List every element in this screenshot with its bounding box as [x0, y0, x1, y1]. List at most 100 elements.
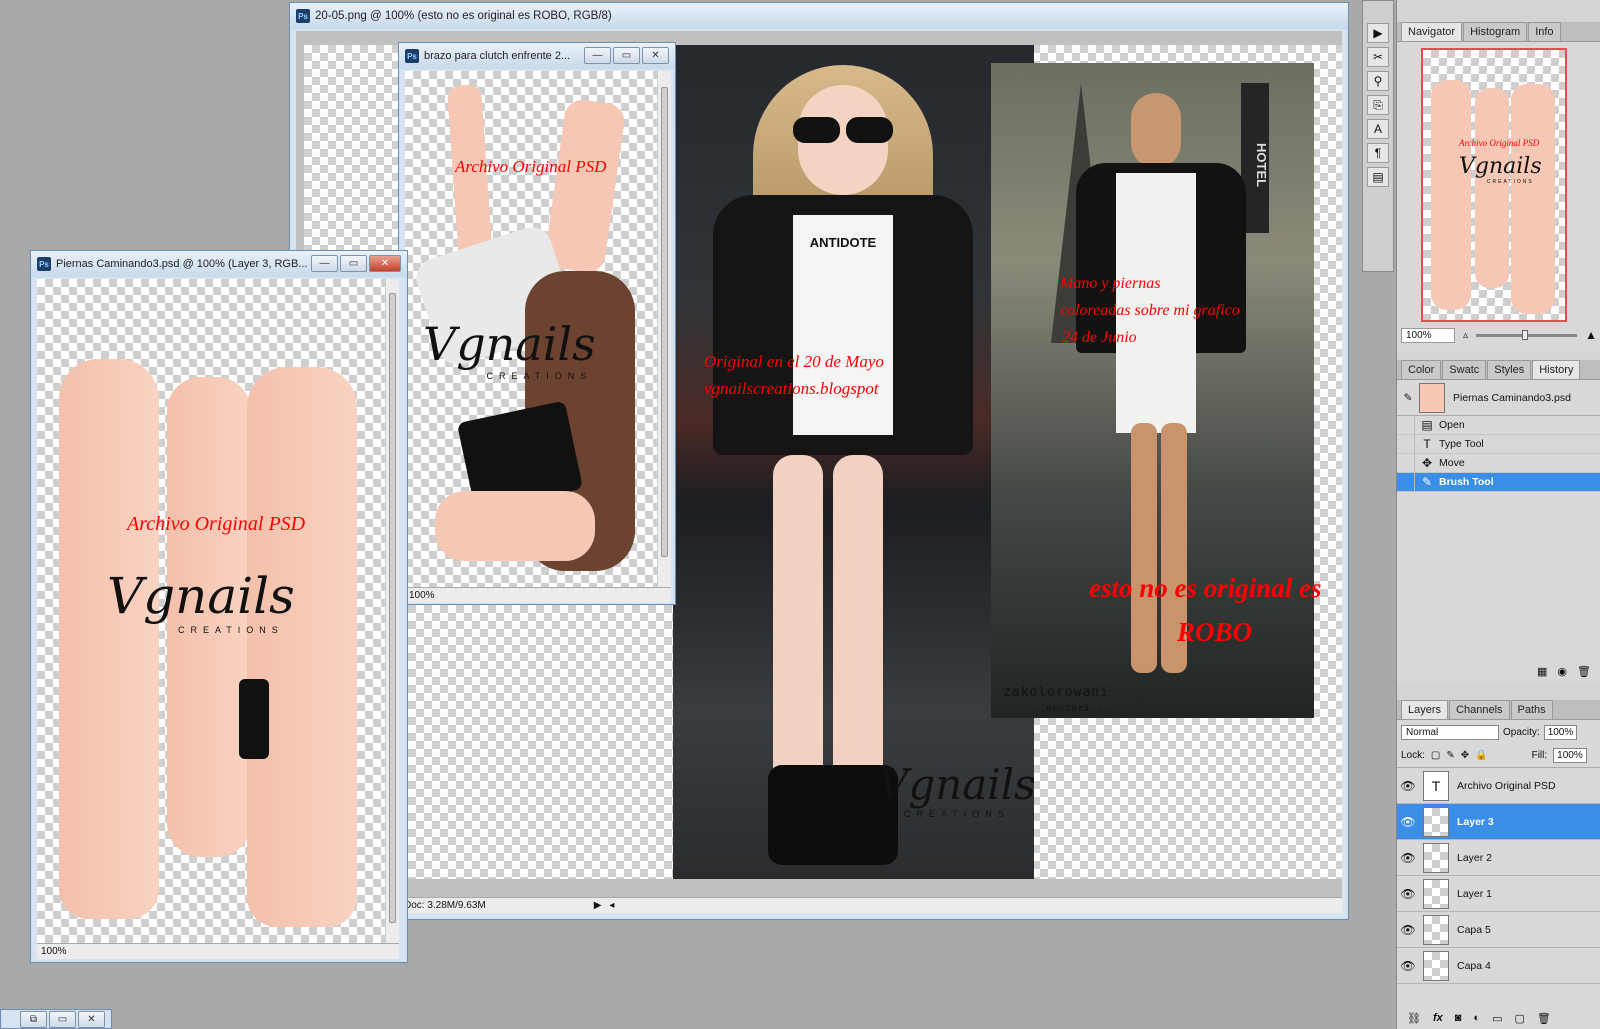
- layer-row-layer3[interactable]: 👁 Layer 3: [1397, 804, 1600, 840]
- piernas-logo: Vgnails CREATIONS: [107, 567, 295, 635]
- text-original-fecha: Original en el 20 de Mayo: [704, 352, 884, 371]
- tab-history[interactable]: History: [1532, 360, 1581, 379]
- lock-pixels-icon[interactable]: ✎: [1446, 750, 1454, 761]
- piernas-vertical-scrollbar[interactable]: [385, 279, 399, 943]
- restore-button[interactable]: ⧉: [20, 1011, 47, 1028]
- eye-icon[interactable]: 👁: [1397, 959, 1419, 973]
- zoom-slider[interactable]: [1476, 329, 1578, 340]
- new-document-from-state-icon[interactable]: ▦: [1537, 665, 1547, 678]
- minimize-button[interactable]: —: [311, 255, 338, 272]
- eye-icon[interactable]: 👁: [1397, 887, 1419, 901]
- brazo-archivo-text: Archivo Original PSD: [455, 157, 607, 176]
- minimize-button[interactable]: —: [584, 47, 611, 64]
- layer-thumb: [1423, 914, 1449, 945]
- close-button[interactable]: ✕: [78, 1011, 105, 1028]
- tool-presets-icon[interactable]: ✂: [1367, 47, 1389, 67]
- nav-logo-text: Vgnails: [1459, 154, 1542, 179]
- tab-paths[interactable]: Paths: [1510, 700, 1553, 719]
- brushes-icon[interactable]: ⚲: [1367, 71, 1389, 91]
- nav-leg-left: [1431, 80, 1471, 310]
- main-document-titlebar[interactable]: Ps 20-05.png @ 100% (esto no es original…: [290, 3, 1348, 29]
- status-menu-arrow-icon[interactable]: ▶: [594, 900, 602, 911]
- lock-transparency-icon[interactable]: ▢: [1431, 750, 1440, 761]
- piernas-zoom-readout[interactable]: 100%: [41, 946, 67, 957]
- brazo-window-controls: — ▭ ✕: [584, 47, 669, 64]
- mask-icon[interactable]: ◙: [1455, 1012, 1462, 1025]
- tab-swatches[interactable]: Swatc: [1442, 360, 1487, 379]
- history-snapshot[interactable]: ✎ Piernas Caminando3.psd: [1397, 380, 1600, 416]
- eye-icon[interactable]: 👁: [1397, 815, 1419, 829]
- piernas-document-window[interactable]: Ps Piernas Caminando3.psd @ 100% (Layer …: [30, 250, 408, 963]
- brazo-logo: Vgnails CREATIONS: [423, 317, 596, 381]
- navigator-zoom-row: 100% ▵ ▲: [1401, 326, 1597, 344]
- model2-leg-left: [1131, 423, 1157, 673]
- link-icon[interactable]: ⛓: [1407, 1012, 1421, 1025]
- tab-channels[interactable]: Channels: [1449, 700, 1510, 719]
- tab-navigator[interactable]: Navigator: [1401, 22, 1463, 41]
- trash-icon[interactable]: 🗑: [1577, 665, 1591, 678]
- layer-row-archivo[interactable]: 👁 T Archivo Original PSD: [1397, 768, 1600, 804]
- piernas-scroll-thumb[interactable]: [389, 293, 396, 923]
- navigator-panel: Navigator Histogram Info Archivo Origina…: [1397, 22, 1600, 352]
- folder-icon[interactable]: ▭: [1492, 1012, 1502, 1025]
- layer-row-capa4[interactable]: 👁 Capa 4: [1397, 948, 1600, 984]
- fill-field[interactable]: 100%: [1553, 748, 1587, 763]
- actions-play-icon[interactable]: ▶: [1367, 23, 1389, 43]
- navigator-preview[interactable]: Archivo Original PSD Vgnails CREATIONS: [1421, 48, 1567, 322]
- close-button[interactable]: ✕: [369, 255, 401, 272]
- type-tool-icon: T: [1423, 437, 1431, 451]
- lock-all-icon[interactable]: 🔒: [1475, 750, 1487, 761]
- piernas-canvas[interactable]: Archivo Original PSD Vgnails CREATIONS: [37, 279, 385, 943]
- maximize-button[interactable]: ▭: [613, 47, 640, 64]
- fx-icon[interactable]: fx: [1433, 1012, 1443, 1025]
- snapshot-icon[interactable]: ◉: [1557, 665, 1567, 678]
- notes-icon[interactable]: ▤: [1367, 167, 1389, 187]
- layer-name: Layer 1: [1457, 887, 1493, 900]
- eye-icon[interactable]: 👁: [1397, 851, 1419, 865]
- text-layer-thumb: T: [1423, 770, 1449, 801]
- brazo-vertical-scrollbar[interactable]: [657, 71, 671, 587]
- tab-layers[interactable]: Layers: [1401, 700, 1449, 719]
- new-layer-icon[interactable]: ▢: [1514, 1012, 1524, 1025]
- layer-row-layer2[interactable]: 👁 Layer 2: [1397, 840, 1600, 876]
- trash-icon[interactable]: 🗑: [1537, 1012, 1551, 1025]
- fill-label: Fill:: [1531, 750, 1548, 761]
- blend-mode-select[interactable]: Normal: [1401, 724, 1499, 740]
- zoom-slider-thumb[interactable]: [1521, 329, 1528, 340]
- layer-row-capa5[interactable]: 👁 Capa 5: [1397, 912, 1600, 948]
- tab-info[interactable]: Info: [1528, 22, 1561, 41]
- layer-row-layer1[interactable]: 👁 Layer 1: [1397, 876, 1600, 912]
- brazo-document-window[interactable]: Ps brazo para clutch enfrente 2... — ▭ ✕…: [398, 42, 676, 605]
- brazo-scroll-thumb[interactable]: [661, 87, 668, 557]
- tab-color[interactable]: Color: [1401, 360, 1442, 379]
- brazo-canvas[interactable]: Archivo Original PSD Vgnails CREATIONS: [405, 71, 657, 587]
- lock-position-icon[interactable]: ✥: [1461, 750, 1469, 761]
- minimized-window[interactable]: ⧉ ▭ ✕: [0, 1009, 112, 1029]
- clone-source-icon[interactable]: ⎘: [1367, 95, 1389, 115]
- text-junio: 24 de Junio: [1062, 329, 1137, 346]
- eye-icon[interactable]: 👁: [1397, 923, 1419, 937]
- maximize-button[interactable]: ▭: [340, 255, 367, 272]
- adjustment-icon[interactable]: ◐: [1473, 1012, 1480, 1025]
- tab-styles[interactable]: Styles: [1487, 360, 1532, 379]
- piernas-status-bar: 100%: [37, 943, 399, 959]
- tab-histogram[interactable]: Histogram: [1463, 22, 1528, 41]
- history-item-type-tool[interactable]: T Type Tool: [1397, 434, 1600, 454]
- close-button[interactable]: ✕: [642, 47, 669, 64]
- layer-name: Layer 3: [1457, 815, 1494, 828]
- navigator-zoom-field[interactable]: 100%: [1401, 327, 1455, 343]
- eye-icon[interactable]: 👁: [1397, 779, 1419, 793]
- paragraph-icon[interactable]: ¶: [1367, 143, 1389, 163]
- opacity-field[interactable]: 100%: [1543, 724, 1578, 740]
- scroll-left-arrow-icon[interactable]: ◂: [609, 900, 614, 911]
- zoom-in-icon[interactable]: ▲: [1585, 328, 1597, 342]
- history-item-brush-tool[interactable]: ✎ Brush Tool: [1397, 472, 1600, 492]
- history-item-open[interactable]: ▤ Open: [1397, 415, 1600, 435]
- zoom-out-icon[interactable]: ▵: [1463, 330, 1468, 341]
- character-icon[interactable]: A: [1367, 119, 1389, 139]
- leg-left: [59, 359, 159, 919]
- history-item-move[interactable]: ✥ Move: [1397, 453, 1600, 473]
- maximize-button[interactable]: ▭: [49, 1011, 76, 1028]
- brazo-zoom-readout[interactable]: 100%: [409, 590, 435, 601]
- opacity-label: Opacity:: [1503, 726, 1540, 738]
